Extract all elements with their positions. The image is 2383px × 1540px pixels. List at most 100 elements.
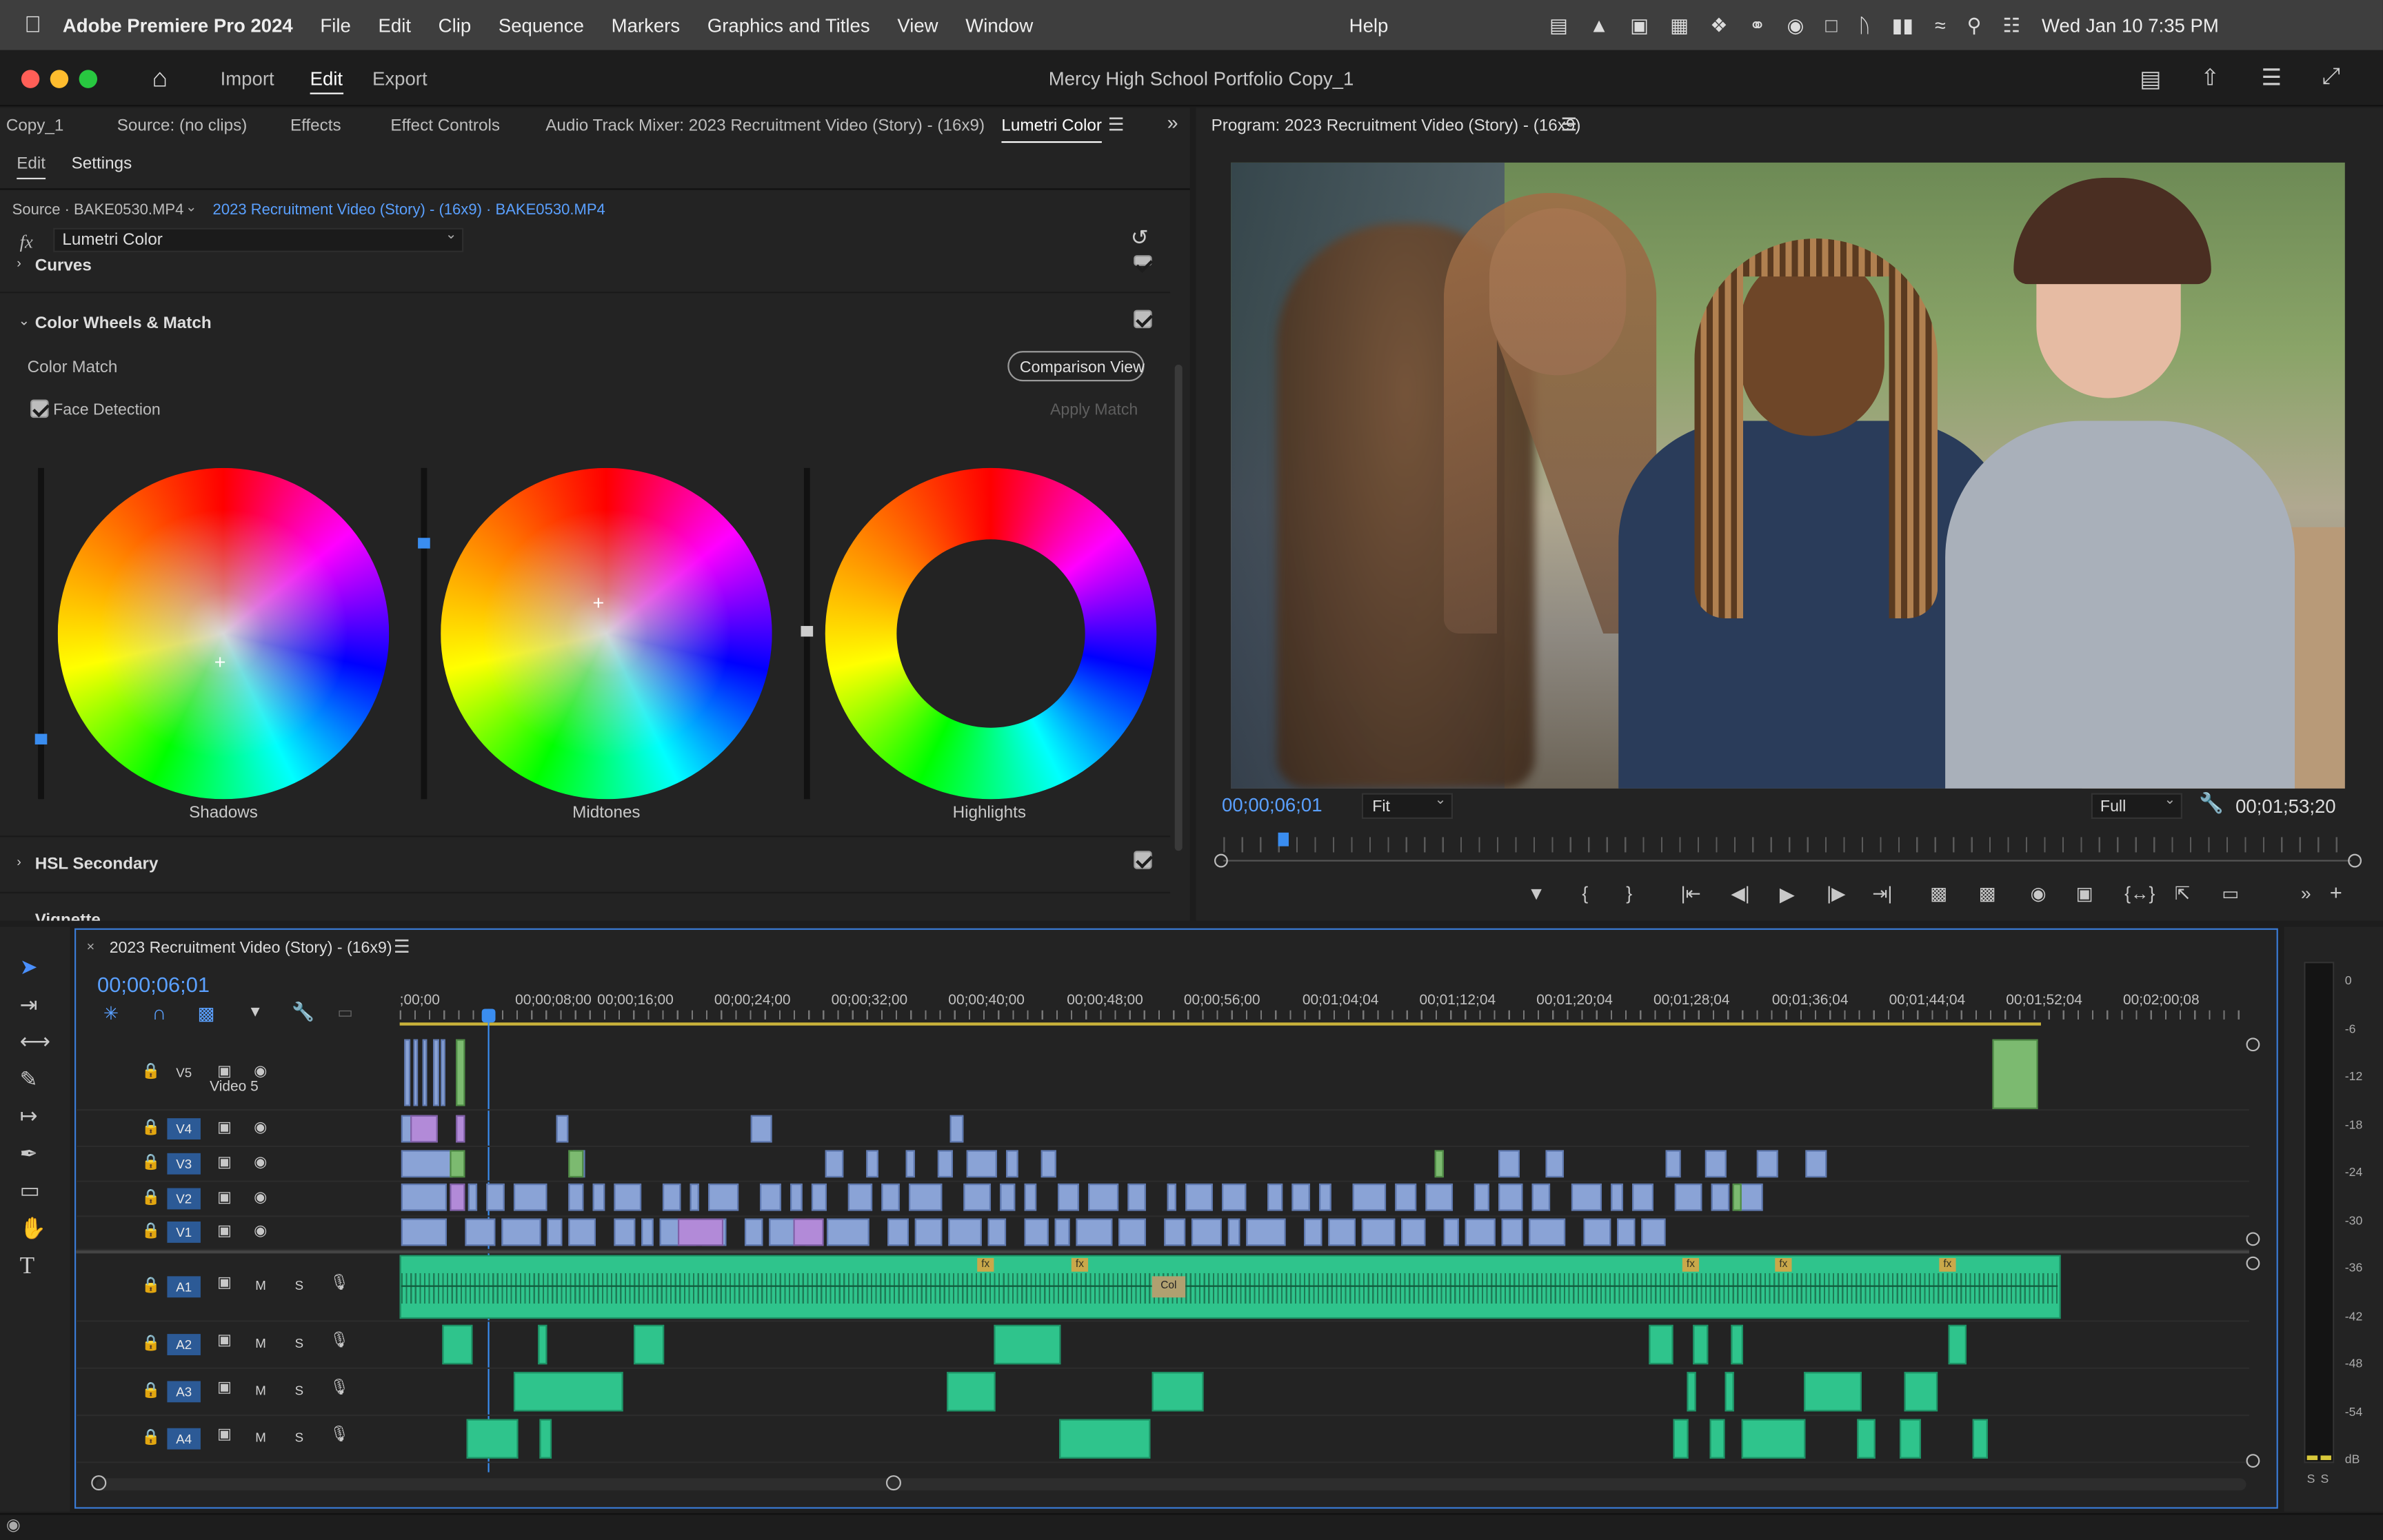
video-frame[interactable] [1231,162,2345,789]
timeline-clip[interactable] [1665,1150,1681,1178]
zoom-handle-right[interactable] [885,1475,901,1491]
highlights-slider[interactable] [801,467,814,800]
timeline-clip[interactable] [1632,1183,1653,1211]
lift-icon[interactable]: ▩ [1930,883,1947,904]
timeline-clip[interactable] [433,1039,439,1106]
face-detection-checkbox[interactable] [30,399,49,418]
timeline-clip[interactable] [1319,1183,1331,1211]
timeline-clip[interactable] [1545,1150,1564,1178]
timeline-clip[interactable] [677,1218,724,1246]
timeline-clip[interactable] [641,1218,654,1246]
timeline-clip[interactable] [450,1150,465,1178]
track-lock-icon[interactable]: 🔒 [141,1335,160,1352]
nest-toggle-icon[interactable]: ✳ [103,1003,119,1024]
tab-import[interactable]: Import [221,68,274,90]
voice-over-record-icon[interactable]: 🎙 [330,1333,349,1349]
comparison-icon[interactable]: ▣ [2076,883,2093,904]
timeline-clip[interactable] [1024,1218,1049,1246]
track-lock-icon[interactable]: 🔒 [141,1064,160,1080]
lumetri-scrollbar[interactable] [1174,364,1183,851]
timeline-clip[interactable] [744,1218,763,1246]
extract-icon[interactable]: ▩ [1979,883,1996,904]
timeline-clip[interactable] [1732,1183,1742,1211]
audio-clip[interactable] [1673,1419,1689,1459]
timeline-clip[interactable] [441,1039,445,1106]
timeline-clip[interactable] [1498,1150,1520,1178]
audio-clip[interactable] [1972,1419,1988,1459]
solo-left-button[interactable]: S [2307,1472,2315,1486]
timeline-clip[interactable] [1738,1183,1763,1211]
tab-audio-track-mixer[interactable]: Audio Track Mixer: 2023 Recruitment Vide… [545,117,985,135]
eye-icon[interactable]: ◉ [254,1190,267,1206]
timeline-clip[interactable] [1024,1183,1037,1211]
control-center-icon[interactable]: ☷ [2002,13,2020,37]
solo-track-button[interactable]: S [295,1335,304,1350]
timeline-clip[interactable] [547,1218,563,1246]
audio-clip[interactable] [1857,1419,1876,1459]
timeline-clip[interactable] [465,1218,496,1246]
apply-match-button[interactable]: Apply Match [1050,401,1138,419]
curves-chevron-icon[interactable]: › [17,255,21,270]
timeline-clip[interactable] [760,1183,781,1211]
audio-clip[interactable] [466,1419,519,1459]
tab-source[interactable]: Source: (no clips) [117,117,248,135]
fx-badge[interactable]: fx [977,1257,994,1272]
status-icon-3[interactable]: ▣ [1630,13,1649,37]
snap-icon[interactable]: ∩ [152,1001,166,1024]
timeline-clip[interactable] [1291,1183,1310,1211]
program-menu-icon[interactable]: ☰ [1561,114,1578,135]
more-panels-icon[interactable]: » [1167,111,1178,134]
vertical-scroll-handle[interactable] [2246,1037,2260,1052]
captions-icon[interactable]: ▭ [337,1003,353,1022]
timeline-clip[interactable] [937,1150,953,1178]
fx-badge[interactable]: fx [1939,1257,1956,1272]
timeline-clip[interactable] [467,1183,478,1211]
work-area-bar[interactable] [399,1022,2041,1026]
timeline-clip[interactable] [987,1218,1007,1246]
go-to-in-icon[interactable]: |⇤ [1681,883,1701,904]
battery-icon[interactable]: ▮▮ [1892,13,1914,37]
timeline-clip[interactable] [401,1150,453,1178]
add-marker-icon[interactable]: ▼ [1527,883,1545,904]
linked-selection-icon[interactable]: ▩ [198,1003,215,1024]
fx-badge[interactable]: fx [1071,1257,1089,1272]
timeline-clip[interactable] [1361,1218,1396,1246]
play-icon[interactable]: ▶ [1780,883,1795,907]
timeline-timecode[interactable]: 00;00;06;01 [97,973,210,997]
menu-clip[interactable]: Clip [439,14,471,36]
progress-menu-icon[interactable]: ☰ [2262,64,2282,91]
timeline-clip[interactable] [1054,1218,1070,1246]
wheels-enable-checkbox[interactable] [1134,310,1152,329]
timeline-clip[interactable] [1611,1183,1623,1211]
timeline-clip[interactable] [401,1218,447,1246]
timeline-clip[interactable] [662,1183,681,1211]
selection-tool-icon[interactable]: ➤ [20,954,38,980]
fx-badge[interactable]: fx [1775,1257,1792,1272]
timeline-clip[interactable] [1267,1183,1283,1211]
timeline-clip[interactable] [826,1218,869,1246]
status-icon-2[interactable]: ▲ [1589,14,1609,37]
timeline-clip[interactable] [450,1183,465,1211]
timeline-clip[interactable] [592,1183,605,1211]
shadows-wheel-crosshair[interactable]: + [214,650,226,673]
hsl-secondary-header[interactable]: HSL Secondary [35,855,159,873]
timeline-clip[interactable] [1531,1183,1551,1211]
timeline-clip[interactable] [1711,1183,1730,1211]
audio-track-label-A1[interactable]: A1 [167,1276,201,1298]
timeline-clip[interactable] [1006,1150,1018,1178]
sequence-tab[interactable]: 2023 Recruitment Video (Story) - (16x9) [110,939,392,957]
sequence-menu-icon[interactable]: ☰ [394,936,410,958]
toggle-sync-lock-icon[interactable]: ▣ [217,1333,232,1349]
timeline-clip[interactable] [422,1039,428,1106]
eye-icon[interactable]: ◉ [254,1223,267,1239]
timeline-clip[interactable] [866,1150,878,1178]
zoom-handle-left[interactable] [91,1475,107,1491]
eye-icon[interactable]: ◉ [254,1155,267,1171]
track-lock-icon[interactable]: 🔒 [141,1190,160,1206]
mute-track-button[interactable]: M [255,1383,266,1398]
track-lock-icon[interactable]: 🔒 [141,1278,160,1295]
video-track-label-V2[interactable]: V2 [167,1188,201,1210]
solo-right-button[interactable]: S [2321,1472,2329,1486]
highlights-slider-thumb[interactable] [801,626,814,637]
wheels-chevron-icon[interactable]: ⌄ [18,313,30,330]
